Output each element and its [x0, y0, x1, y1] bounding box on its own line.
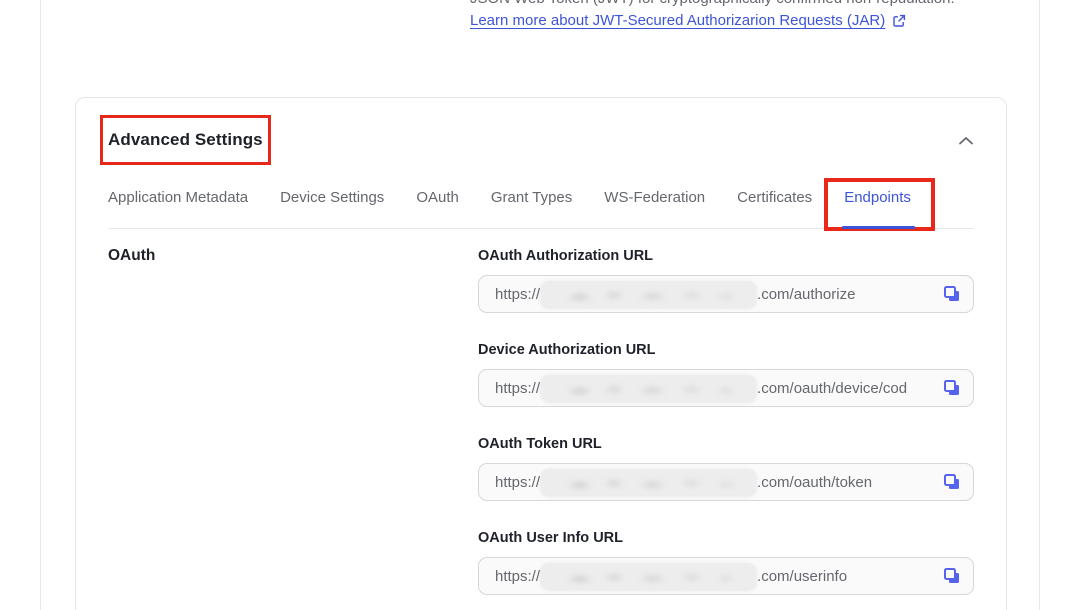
collapse-section-button[interactable] [958, 136, 974, 146]
url-suffix: .com/oauth/device/cod [757, 380, 907, 397]
tab[interactable]: WS-Federation [604, 188, 705, 228]
jar-learn-more-link[interactable]: Learn more about JWT-Secured Authorizari… [470, 12, 906, 29]
endpoint-field: OAuth Authorization URL https:// .com/au… [478, 247, 974, 313]
jar-learn-more-link-label: Learn more about JWT-Secured Authorizari… [470, 12, 885, 29]
copy-url-button[interactable] [943, 473, 961, 491]
redacted-url-segment [541, 563, 756, 589]
url-prefix: https:// [495, 380, 540, 397]
intro-description-clipped: JSON Web Token (JWT) for cryptographical… [470, 0, 955, 8]
endpoint-field-label: OAuth User Info URL [478, 529, 974, 547]
page: JSON Web Token (JWT) for cryptographical… [0, 0, 1090, 610]
tab[interactable]: Grant Types [491, 188, 572, 228]
copy-url-button[interactable] [943, 379, 961, 397]
url-suffix: .com/authorize [757, 286, 855, 303]
endpoint-field: Device Authorization URL https:// .com/o… [478, 341, 974, 407]
tab-label: Grant Types [491, 189, 572, 206]
copy-url-button[interactable] [943, 567, 961, 585]
endpoint-url-input[interactable]: https:// .com/userinfo [478, 557, 974, 595]
tab-label: Application Metadata [108, 189, 248, 206]
redacted-url-segment [541, 281, 756, 307]
endpoint-field-label: Device Authorization URL [478, 341, 974, 359]
endpoint-field: OAuth Token URL https:// .com/oauth/toke… [478, 435, 974, 501]
copy-icon [943, 385, 961, 400]
url-prefix: https:// [495, 568, 540, 585]
tab[interactable]: OAuth [416, 188, 459, 228]
card-title: Advanced Settings [108, 128, 263, 152]
chevron-up-icon [958, 134, 974, 149]
endpoint-field-label: OAuth Token URL [478, 435, 974, 453]
endpoint-field-label: OAuth Authorization URL [478, 247, 974, 265]
tab[interactable]: Device Settings [280, 188, 384, 228]
tab[interactable]: Endpoints [844, 188, 911, 228]
endpoint-url-input[interactable]: https:// .com/oauth/token [478, 463, 974, 501]
url-prefix: https:// [495, 286, 540, 303]
tab-label: OAuth [416, 189, 459, 206]
endpoint-fields: OAuth Authorization URL https:// .com/au… [478, 247, 974, 595]
advanced-settings-card: Advanced Settings Application Metadata [75, 97, 1007, 610]
redacted-url-segment [541, 375, 756, 401]
endpoint-url-input[interactable]: https:// .com/authorize [478, 275, 974, 313]
oauth-section-heading: OAuth [108, 247, 478, 265]
url-prefix: https:// [495, 474, 540, 491]
copy-icon [943, 573, 961, 588]
tab-label: Endpoints [844, 189, 911, 206]
tab-label: Device Settings [280, 189, 384, 206]
redacted-url-segment [541, 469, 756, 495]
tab-label: Certificates [737, 189, 812, 206]
tab-bar: Application Metadata Device Settings OAu… [108, 188, 974, 229]
container-right-border [1039, 0, 1040, 610]
copy-icon [943, 291, 961, 306]
external-link-icon [892, 14, 906, 28]
tab[interactable]: Certificates [737, 188, 812, 228]
container-left-border [40, 0, 41, 610]
url-suffix: .com/oauth/token [757, 474, 872, 491]
url-suffix: .com/userinfo [757, 568, 847, 585]
card-header: Advanced Settings [108, 128, 974, 152]
copy-icon [943, 479, 961, 494]
endpoint-url-input[interactable]: https:// .com/oauth/device/cod [478, 369, 974, 407]
tab-label: WS-Federation [604, 189, 705, 206]
endpoints-tab-content: OAuth OAuth Authorization URL https:// .… [108, 229, 974, 595]
copy-url-button[interactable] [943, 285, 961, 303]
tab[interactable]: Application Metadata [108, 188, 248, 228]
endpoint-field: OAuth User Info URL https:// .com/userin… [478, 529, 974, 595]
